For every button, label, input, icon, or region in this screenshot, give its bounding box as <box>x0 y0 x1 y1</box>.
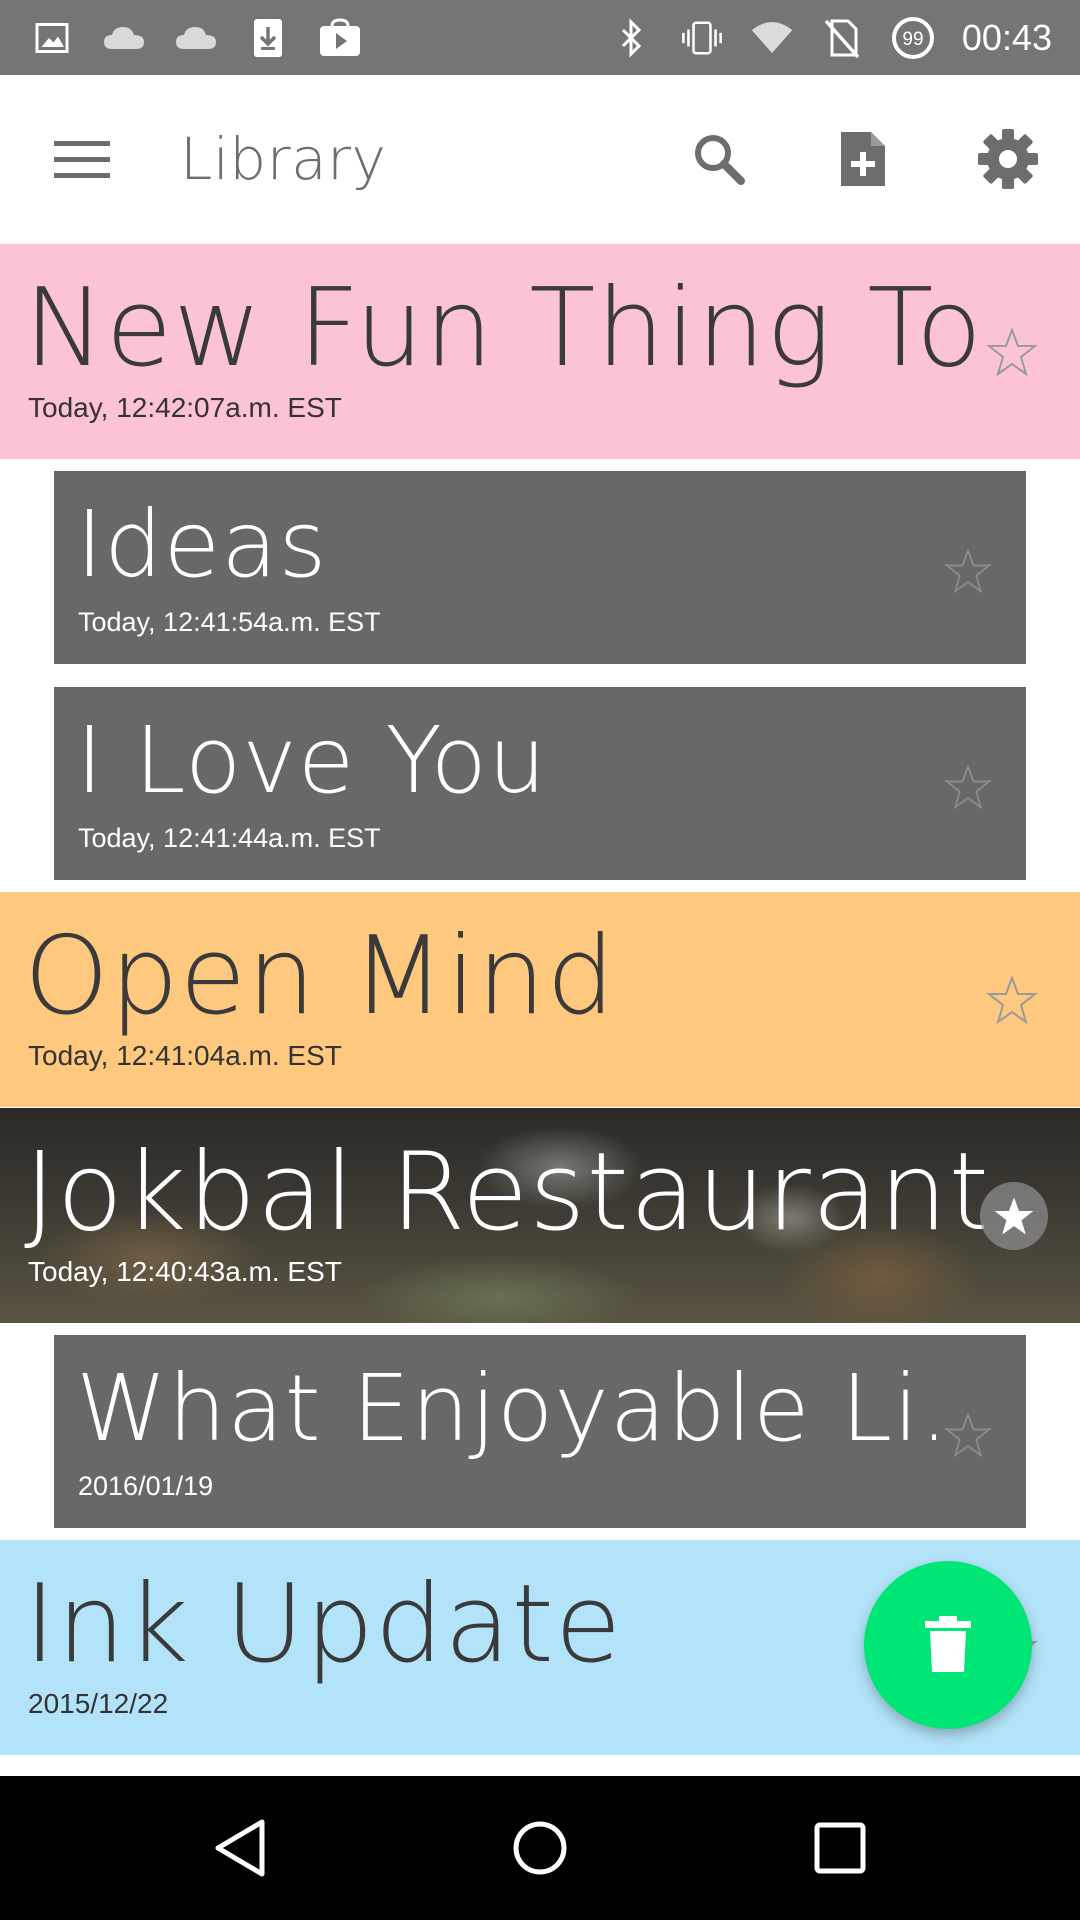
star-icon[interactable] <box>940 1407 996 1463</box>
new-note-icon[interactable] <box>827 123 899 195</box>
trash-icon <box>925 1616 971 1672</box>
note-title: Ink Update <box>24 1562 623 1687</box>
play-store-icon <box>318 16 362 60</box>
note-title: Jokbal Restaurant <box>24 1130 984 1255</box>
app-bar: Library <box>0 75 1080 243</box>
note-card[interactable]: What Enjoyable Li... 2016/01/19 <box>54 1335 1026 1528</box>
search-icon[interactable] <box>683 123 755 195</box>
star-icon[interactable] <box>940 759 996 815</box>
settings-icon[interactable] <box>972 123 1044 195</box>
battery-icon: 99 <box>890 16 936 60</box>
bluetooth-icon <box>610 16 654 60</box>
note-date: 2015/12/22 <box>28 1688 169 1719</box>
note-title: Ideas <box>76 491 328 598</box>
cloud-icon <box>102 16 146 60</box>
recents-icon[interactable] <box>790 1798 890 1898</box>
cloud-icon <box>174 16 218 60</box>
vibrate-icon <box>680 16 724 60</box>
back-icon[interactable] <box>190 1798 290 1898</box>
image-icon <box>30 16 74 60</box>
star-icon[interactable] <box>984 324 1040 380</box>
note-card[interactable]: Open Mind Today, 12:41:04a.m. EST <box>0 892 1080 1107</box>
note-card[interactable]: Ideas Today, 12:41:54a.m. EST <box>54 471 1026 664</box>
menu-icon[interactable] <box>46 123 118 195</box>
note-title: What Enjoyable Li... <box>76 1355 936 1462</box>
note-date: Today, 12:40:43a.m. EST <box>28 1256 342 1287</box>
note-date: 2016/01/19 <box>78 1471 214 1501</box>
status-bar: 99 00:43 <box>0 0 1080 75</box>
note-date: Today, 12:41:04a.m. EST <box>28 1040 342 1071</box>
star-icon[interactable] <box>940 543 996 599</box>
note-title: Open Mind <box>24 914 616 1039</box>
note-date: Today, 12:41:44a.m. EST <box>78 823 381 853</box>
note-date: Today, 12:41:54a.m. EST <box>78 607 381 637</box>
download-icon <box>246 16 290 60</box>
note-title: I Love You <box>76 707 548 814</box>
clock: 00:43 <box>961 16 1052 58</box>
note-card[interactable]: New Fun Thing To... Today, 12:42:07a.m. … <box>0 244 1080 459</box>
delete-fab[interactable] <box>864 1561 1032 1729</box>
star-filled-icon[interactable] <box>980 1182 1048 1250</box>
star-icon[interactable] <box>984 972 1040 1028</box>
note-title: New Fun Thing To... <box>24 266 984 391</box>
battery-level: 99 <box>902 29 923 50</box>
no-sim-icon <box>820 16 864 60</box>
page-title: Library <box>180 125 387 193</box>
note-date: Today, 12:42:07a.m. EST <box>28 392 342 423</box>
navigation-bar <box>0 1776 1080 1920</box>
note-card[interactable]: I Love You Today, 12:41:44a.m. EST <box>54 687 1026 880</box>
home-icon[interactable] <box>490 1798 590 1898</box>
note-card[interactable]: Jokbal Restaurant Today, 12:40:43a.m. ES… <box>0 1108 1080 1323</box>
wifi-icon <box>750 16 794 60</box>
